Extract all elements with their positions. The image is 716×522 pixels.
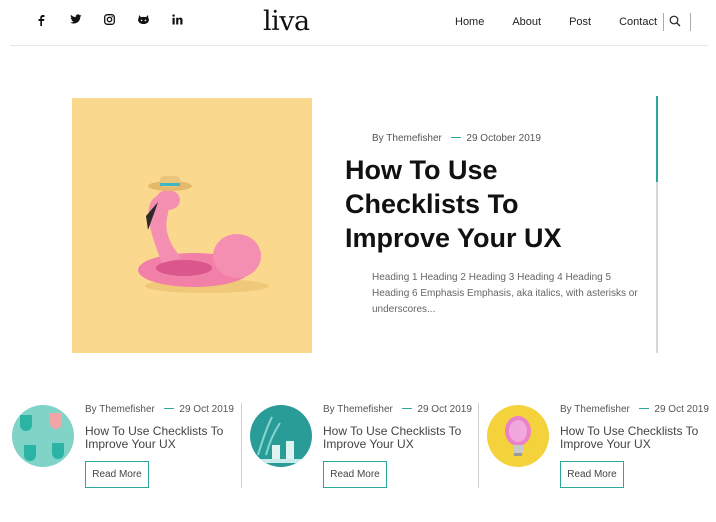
card-divider xyxy=(478,403,479,488)
card-author: By Themefisher xyxy=(323,404,393,415)
feature-date: 29 October 2019 xyxy=(466,133,541,144)
meta-dash xyxy=(401,407,412,409)
twitter-icon[interactable] xyxy=(70,14,104,32)
scroll-indicator-accent xyxy=(656,96,658,182)
nav-item-post[interactable]: Post xyxy=(569,16,591,28)
instagram-icon[interactable] xyxy=(104,14,138,32)
meta-dash xyxy=(163,407,174,409)
card-meta: By Themefisher 29 Oct 2019 xyxy=(560,404,709,415)
card-image[interactable] xyxy=(250,405,312,467)
feature-author: By Themefisher xyxy=(372,133,442,144)
card-title[interactable]: How To Use Checklists To Improve Your UX xyxy=(560,425,710,451)
main-nav: Home About Post Contact xyxy=(455,16,685,28)
card-image[interactable] xyxy=(12,405,74,467)
post-cards: By Themefisher 29 Oct 2019 How To Use Ch… xyxy=(0,395,716,505)
post-card: By Themefisher 29 Oct 2019 How To Use Ch… xyxy=(487,395,713,495)
nav-item-home[interactable]: Home xyxy=(455,16,484,28)
card-author: By Themefisher xyxy=(560,404,630,415)
feature-meta: By Themefisher 29 October 2019 xyxy=(372,133,541,144)
card-date: 29 Oct 2019 xyxy=(417,404,472,415)
search-icon xyxy=(669,15,681,27)
card-meta: By Themefisher 29 Oct 2019 xyxy=(323,404,472,415)
read-more-button[interactable]: Read More xyxy=(560,461,624,488)
meta-dash xyxy=(638,407,649,409)
read-more-button[interactable]: Read More xyxy=(323,461,387,488)
site-logo[interactable]: liva xyxy=(263,6,310,37)
social-links xyxy=(36,14,206,32)
github-icon[interactable] xyxy=(138,14,172,32)
feature-scroll-indicator xyxy=(656,96,658,353)
card-title[interactable]: How To Use Checklists To Improve Your UX xyxy=(85,425,235,451)
post-card: By Themefisher 29 Oct 2019 How To Use Ch… xyxy=(12,395,238,495)
linkedin-icon[interactable] xyxy=(172,14,206,32)
card-title[interactable]: How To Use Checklists To Improve Your UX xyxy=(323,425,473,451)
card-date: 29 Oct 2019 xyxy=(654,404,709,415)
post-card: By Themefisher 29 Oct 2019 How To Use Ch… xyxy=(250,395,476,495)
nav-item-about[interactable]: About xyxy=(512,16,541,28)
feature-image[interactable] xyxy=(72,98,312,353)
search-button[interactable] xyxy=(663,13,691,31)
feature-excerpt: Heading 1 Heading 2 Heading 3 Heading 4 … xyxy=(372,272,638,315)
card-meta: By Themefisher 29 Oct 2019 xyxy=(85,404,234,415)
read-more-button[interactable]: Read More xyxy=(85,461,149,488)
card-author: By Themefisher xyxy=(85,404,155,415)
card-date: 29 Oct 2019 xyxy=(179,404,234,415)
nav-item-contact[interactable]: Contact xyxy=(619,16,657,28)
site-header: liva Home About Post Contact xyxy=(10,0,708,46)
card-divider xyxy=(241,403,242,488)
facebook-icon[interactable] xyxy=(36,14,70,32)
meta-dash xyxy=(450,136,461,138)
card-image[interactable] xyxy=(487,405,549,467)
feature-title[interactable]: How To Use Checklists To Improve Your UX xyxy=(345,153,625,255)
